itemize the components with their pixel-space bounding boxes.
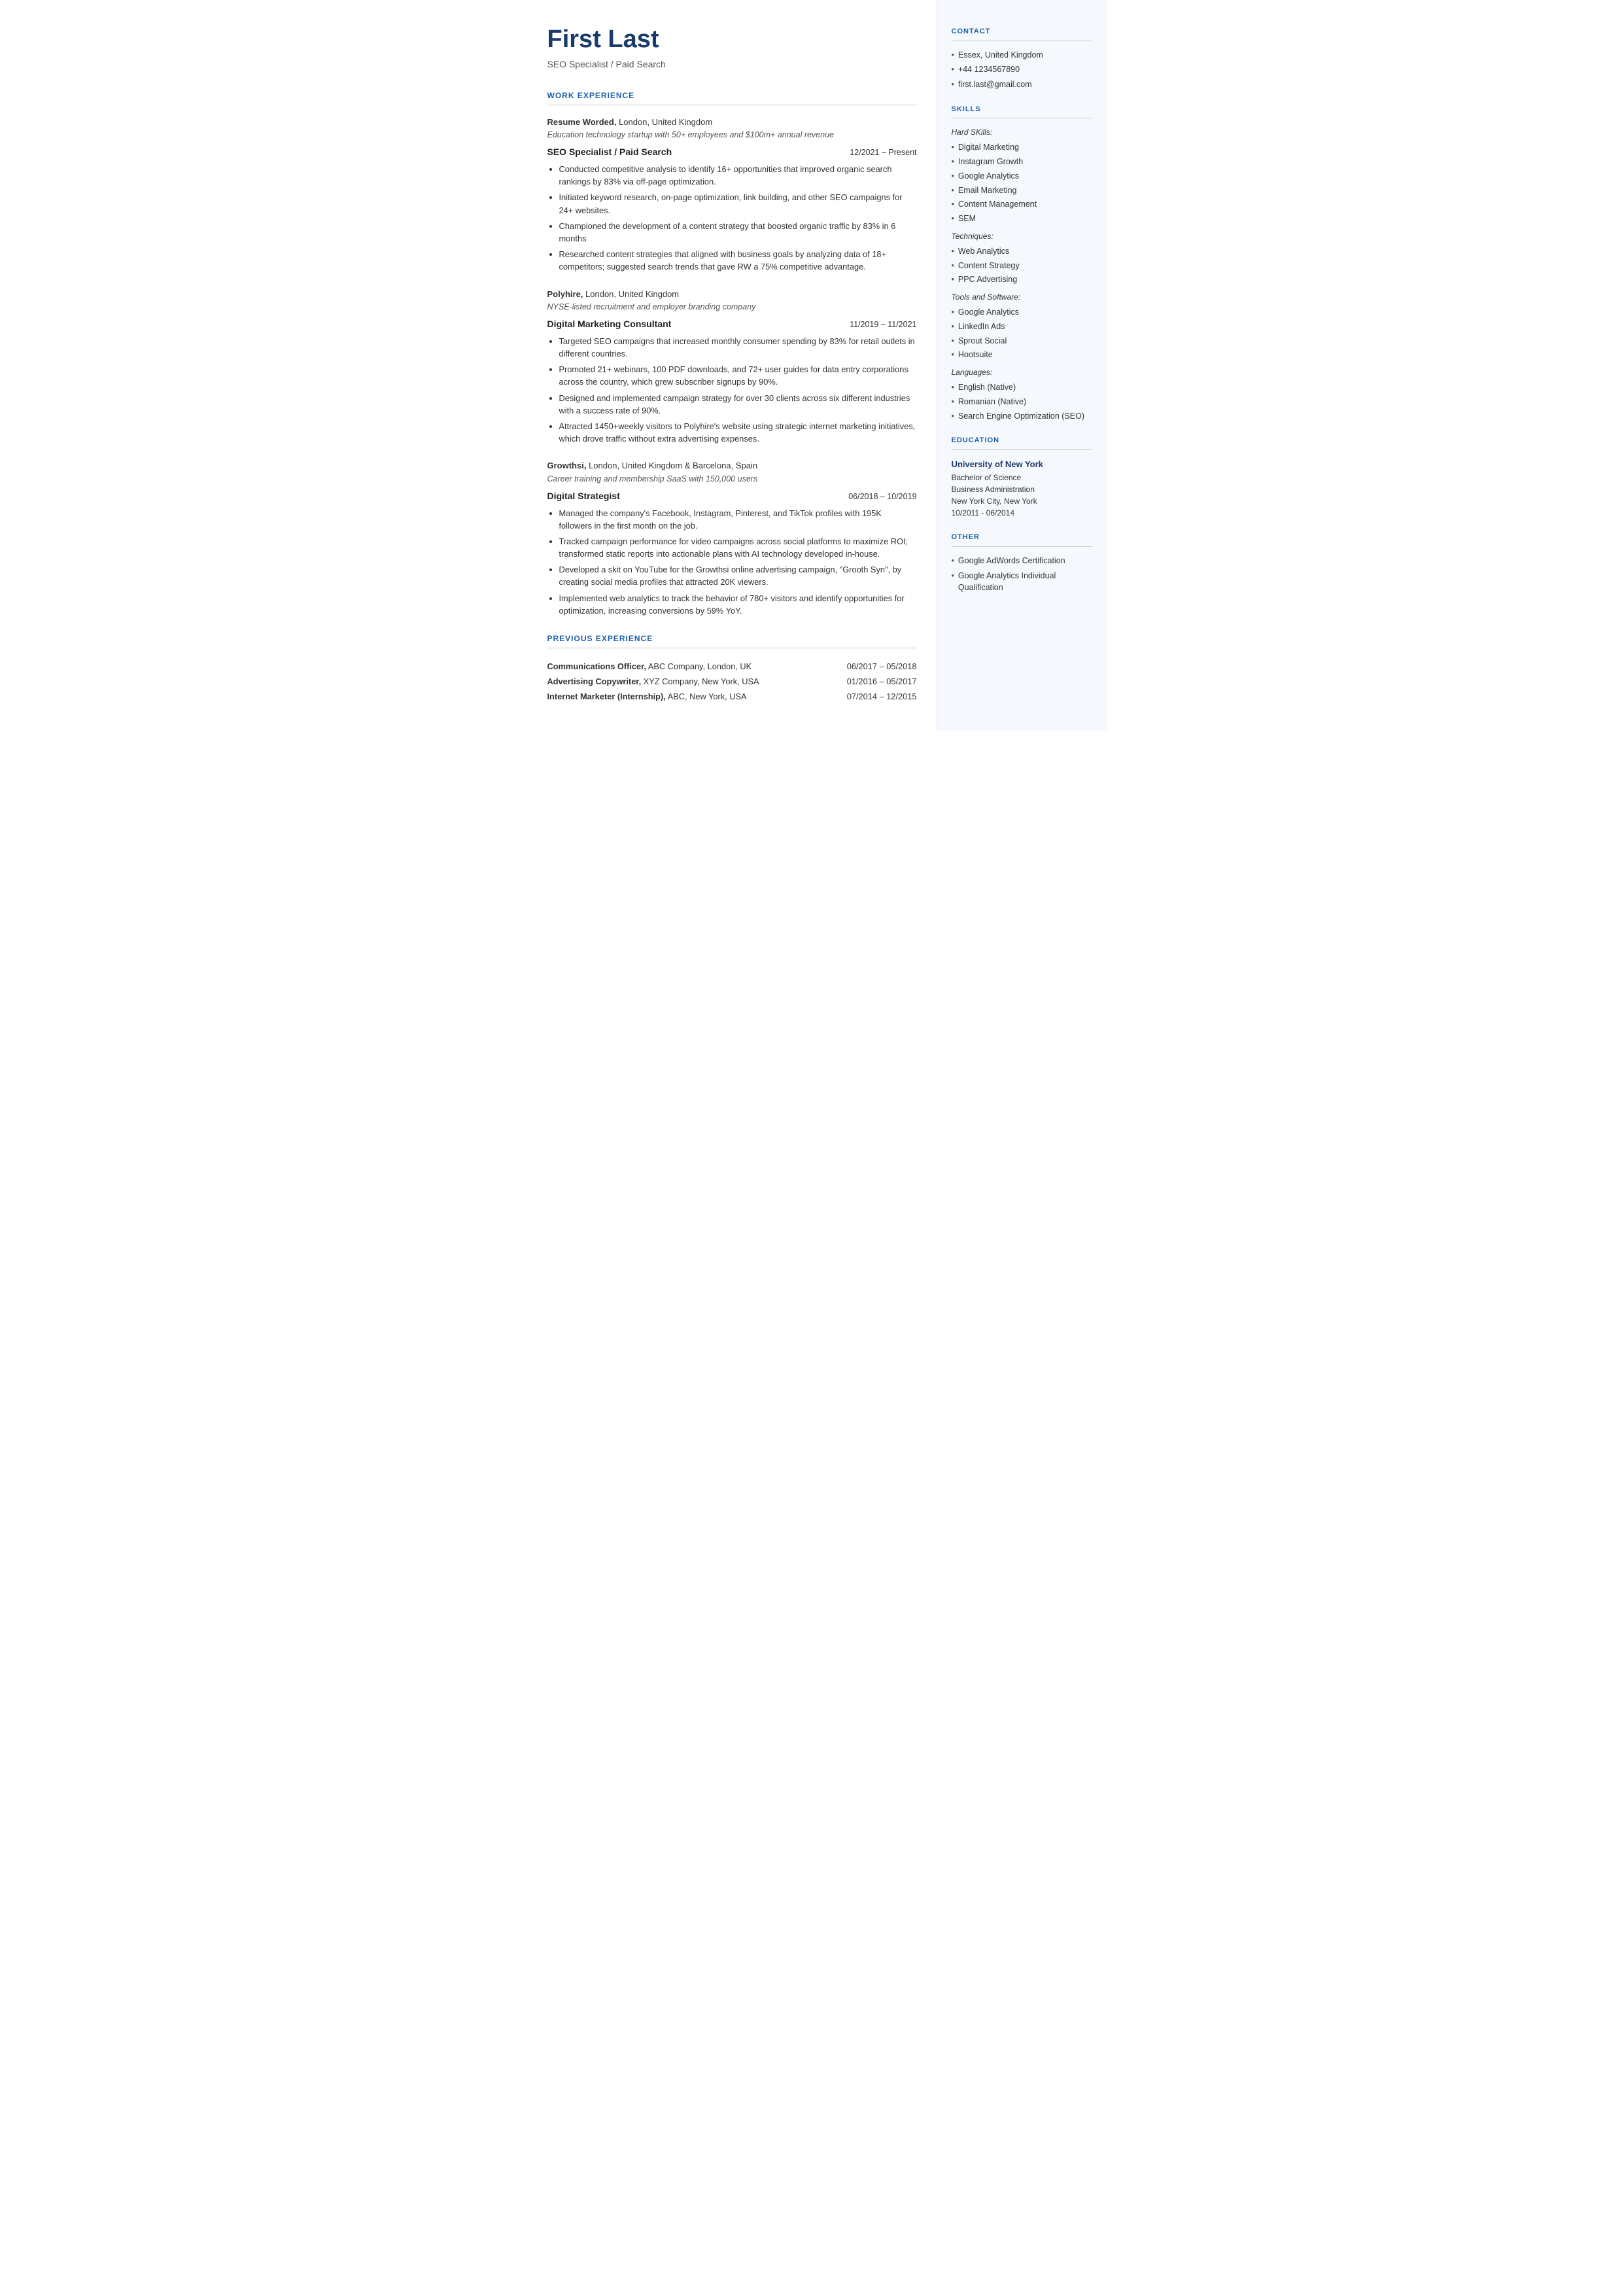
skill-sem: SEM [952, 213, 1092, 225]
job-title-1: SEO Specialist / Paid Search [547, 145, 672, 159]
company-name-2: Polyhire, [547, 289, 583, 299]
other-adwords: Google AdWords Certification [952, 555, 1092, 567]
skill-google-analytics-tools: Google Analytics [952, 306, 1092, 319]
candidate-subtitle: SEO Specialist / Paid Search [547, 58, 917, 71]
prev-job-rest-2: XYZ Company, New York, USA [641, 676, 759, 686]
right-column: CONTACT Essex, United Kingdom +44 123456… [937, 0, 1107, 731]
prev-job-title-3: Internet Marketer (Internship), ABC, New… [547, 689, 819, 704]
company-rest-1: London, United Kingdom [616, 117, 712, 127]
other-section-title: OTHER [952, 532, 1092, 547]
bullet-2-3: Designed and implemented campaign strate… [559, 392, 917, 417]
prev-job-bold-2: Advertising Copywriter, [547, 676, 642, 686]
job-title-3: Digital Strategist [547, 489, 620, 503]
job-title-row-3: Digital Strategist 06/2018 – 10/2019 [547, 489, 917, 503]
company-line-2: Polyhire, London, United Kingdom [547, 288, 917, 301]
company-desc-1: Education technology startup with 50+ em… [547, 129, 917, 141]
languages-label: Languages: [952, 366, 1092, 378]
skill-ppc: PPC Advertising [952, 273, 1092, 286]
company-name-1: Resume Worded, [547, 117, 617, 127]
bullet-2-2: Promoted 21+ webinars, 100 PDF downloads… [559, 363, 917, 388]
contact-phone: +44 1234567890 [952, 63, 1092, 76]
job-block-3: Growthsi, London, United Kingdom & Barce… [547, 459, 917, 617]
bullet-list-2: Targeted SEO campaigns that increased mo… [547, 335, 917, 446]
skill-linkedin-ads: LinkedIn Ads [952, 321, 1092, 333]
skill-google-analytics-hard: Google Analytics [952, 170, 1092, 183]
other-ga-individual: Google Analytics Individual Qualificatio… [952, 570, 1092, 595]
skill-hootsuite: Hootsuite [952, 349, 1092, 361]
education-section-title: EDUCATION [952, 435, 1092, 450]
bullet-2-1: Targeted SEO campaigns that increased mo… [559, 335, 917, 360]
skill-seo: Search Engine Optimization (SEO) [952, 410, 1092, 423]
job-title-row-2: Digital Marketing Consultant 11/2019 – 1… [547, 317, 917, 331]
bullet-3-4: Implemented web analytics to track the b… [559, 592, 917, 617]
skill-sprout-social: Sprout Social [952, 335, 1092, 347]
edu-location: New York City, New York [952, 495, 1092, 507]
skill-email-marketing: Email Marketing [952, 184, 1092, 197]
job-dates-3: 06/2018 – 10/2019 [848, 491, 916, 503]
company-desc-2: NYSE-listed recruitment and employer bra… [547, 301, 917, 313]
job-block-1: Resume Worded, London, United Kingdom Ed… [547, 116, 917, 273]
work-experience-title: WORK EXPERIENCE [547, 90, 917, 105]
skill-instagram-growth: Instagram Growth [952, 156, 1092, 168]
job-dates-2: 11/2019 – 11/2021 [850, 319, 916, 331]
bullet-list-3: Managed the company's Facebook, Instagra… [547, 507, 917, 618]
company-rest-2: London, United Kingdom [583, 289, 679, 299]
company-line-1: Resume Worded, London, United Kingdom [547, 116, 917, 129]
prev-job-bold-3: Internet Marketer (Internship), [547, 692, 666, 701]
prev-job-rest-1: ABC Company, London, UK [646, 661, 752, 671]
prev-job-dates-2: 01/2016 – 05/2017 [819, 674, 917, 689]
job-dates-1: 12/2021 – Present [850, 147, 916, 159]
tools-label: Tools and Software: [952, 291, 1092, 303]
company-name-3: Growthsi, [547, 461, 587, 470]
left-column: First Last SEO Specialist / Paid Search … [518, 0, 937, 731]
prev-job-bold-1: Communications Officer, [547, 661, 646, 671]
bullet-1-3: Championed the development of a content … [559, 220, 917, 245]
candidate-name: First Last [547, 26, 917, 54]
contact-section-title: CONTACT [952, 26, 1092, 41]
bullet-1-4: Researched content strategies that align… [559, 248, 917, 273]
skill-romanian: Romanian (Native) [952, 396, 1092, 408]
prev-job-row-2: Advertising Copywriter, XYZ Company, New… [547, 674, 917, 689]
prev-job-title-1: Communications Officer, ABC Company, Lon… [547, 659, 819, 674]
edu-school: University of New York [952, 458, 1092, 471]
skill-english: English (Native) [952, 381, 1092, 394]
prev-job-dates-1: 06/2017 – 05/2018 [819, 659, 917, 674]
skill-content-management: Content Management [952, 198, 1092, 211]
skills-section-title: SKILLS [952, 104, 1092, 119]
bullet-1-1: Conducted competitive analysis to identi… [559, 163, 917, 188]
prev-job-row-1: Communications Officer, ABC Company, Lon… [547, 659, 917, 674]
edu-degree: Bachelor of Science [952, 472, 1092, 483]
job-block-2: Polyhire, London, United Kingdom NYSE-li… [547, 288, 917, 446]
bullet-3-1: Managed the company's Facebook, Instagra… [559, 507, 917, 532]
techniques-label: Techniques: [952, 230, 1092, 242]
bullet-2-4: Attracted 1450+weekly visitors to Polyhi… [559, 420, 917, 445]
bullet-1-2: Initiated keyword research, on-page opti… [559, 191, 917, 216]
prev-job-title-2: Advertising Copywriter, XYZ Company, New… [547, 674, 819, 689]
bullet-3-2: Tracked campaign performance for video c… [559, 535, 917, 560]
previous-experience-title: PREVIOUS EXPERIENCE [547, 633, 917, 648]
contact-email: first.last@gmail.com [952, 79, 1092, 91]
company-line-3: Growthsi, London, United Kingdom & Barce… [547, 459, 917, 472]
bullet-list-1: Conducted competitive analysis to identi… [547, 163, 917, 273]
previous-experience-table: Communications Officer, ABC Company, Lon… [547, 659, 917, 705]
prev-job-rest-3: ABC, New York, USA [666, 692, 747, 701]
company-rest-3: London, United Kingdom & Barcelona, Spai… [586, 461, 757, 470]
job-title-row-1: SEO Specialist / Paid Search 12/2021 – P… [547, 145, 917, 159]
company-desc-3: Career training and membership SaaS with… [547, 473, 917, 485]
job-title-2: Digital Marketing Consultant [547, 317, 672, 331]
edu-field: Business Administration [952, 483, 1092, 495]
prev-job-row-3: Internet Marketer (Internship), ABC, New… [547, 689, 917, 704]
contact-location: Essex, United Kingdom [952, 49, 1092, 61]
edu-dates: 10/2011 - 06/2014 [952, 507, 1092, 519]
resume-page: First Last SEO Specialist / Paid Search … [518, 0, 1107, 731]
skill-digital-marketing: Digital Marketing [952, 141, 1092, 154]
hard-skills-label: Hard SKills: [952, 126, 1092, 138]
bullet-3-3: Developed a skit on YouTube for the Grow… [559, 563, 917, 588]
skill-content-strategy: Content Strategy [952, 260, 1092, 272]
prev-job-dates-3: 07/2014 – 12/2015 [819, 689, 917, 704]
skill-web-analytics: Web Analytics [952, 245, 1092, 258]
